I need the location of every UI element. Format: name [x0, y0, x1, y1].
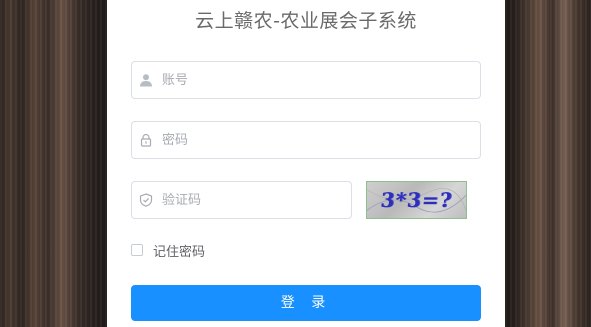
checkbox-box[interactable] [131, 244, 143, 256]
page-title: 云上赣农-农业展会子系统 [195, 10, 417, 32]
remember-password-label: 记住密码 [153, 244, 206, 260]
remember-password-checkbox[interactable]: 记住密码 [131, 241, 206, 260]
captcha-input[interactable] [162, 182, 341, 218]
password-field[interactable] [131, 121, 481, 159]
user-icon [140, 74, 152, 87]
shield-icon [139, 193, 153, 207]
account-field[interactable] [131, 61, 481, 99]
captcha-image[interactable]: 3*3=? [366, 181, 467, 219]
password-input[interactable] [162, 122, 470, 158]
captcha-field[interactable] [131, 181, 352, 219]
login-panel: 云上赣农-农业展会子系统 3*3=? 记住密码 登 录 [107, 0, 505, 327]
account-input[interactable] [162, 62, 470, 98]
login-button[interactable]: 登 录 [131, 285, 481, 321]
captcha-text: 3*3=? [379, 188, 454, 212]
lock-icon [140, 133, 152, 147]
